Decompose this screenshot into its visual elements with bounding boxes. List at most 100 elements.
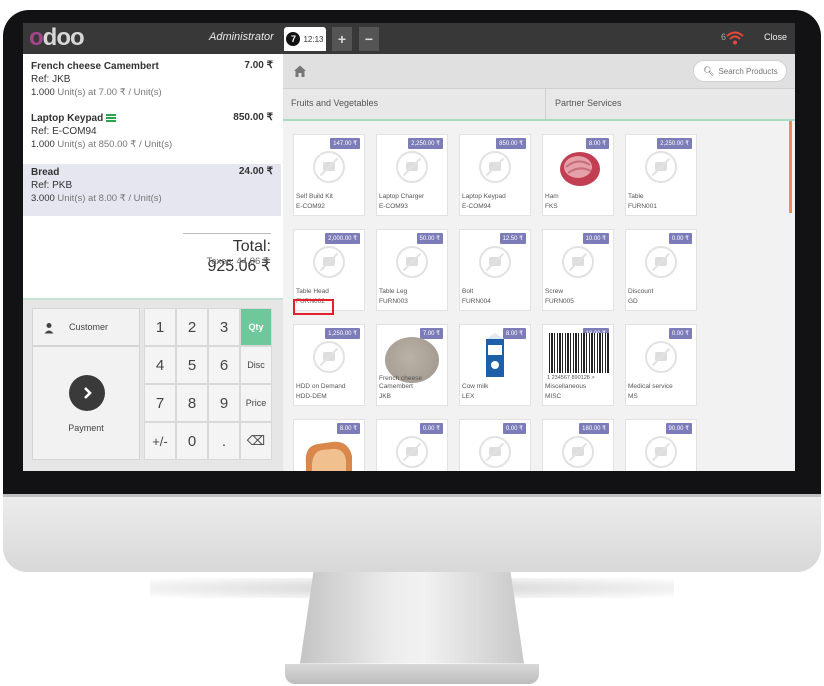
no-image-icon (645, 436, 677, 468)
product-card[interactable]: 0.00 ₹ Medical service MS (625, 324, 697, 406)
order-line-ref: Ref: PKB (31, 180, 73, 191)
home-icon[interactable] (293, 64, 307, 78)
product-card[interactable]: 0.00 ₹ (376, 419, 448, 471)
numpad-key-5[interactable]: 5 (176, 346, 208, 384)
price-mode-button[interactable]: Price (240, 384, 272, 422)
product-grid: 147.00 ₹ Self Build Kit E-COM92 2,250.00… (283, 121, 791, 471)
price-badge: 50.00 ₹ (416, 233, 443, 244)
no-image-icon (645, 151, 677, 183)
numpad-key-1[interactable]: 1 (144, 308, 176, 346)
product-card[interactable]: 2,250.00 ₹ Laptop Charger E-COM93 (376, 134, 448, 216)
wifi-icon (726, 31, 744, 45)
no-image-icon (396, 436, 428, 468)
numpad-key-9[interactable]: 9 (208, 384, 240, 422)
qty-mode-button[interactable]: Qty (240, 308, 272, 346)
price-badge: 850.00 ₹ (496, 138, 526, 149)
product-name: Laptop Charger (379, 193, 425, 200)
product-card[interactable]: 12.50 ₹ Bolt FURN004 (459, 229, 531, 311)
product-ref: LEX (462, 393, 475, 400)
products-pane: 🔍︎ Fruits and Vegetables Partner Service… (283, 54, 795, 471)
product-card[interactable]: 18.00 ₹ 1 234567 890128 > Miscellaneous … (542, 324, 614, 406)
numpad-key-8[interactable]: 8 (176, 384, 208, 422)
product-card[interactable]: 10.00 ₹ Screw FURN005 (542, 229, 614, 311)
product-name: Screw (545, 288, 564, 295)
product-card[interactable]: 1,250.00 ₹ HDD on Demand HDD-DEM (293, 324, 365, 406)
product-name: Table Head (296, 288, 329, 295)
search-icon: 🔍︎ (703, 65, 715, 76)
numpad-key-0[interactable]: 0 (176, 422, 208, 460)
product-ref: FURN004 (462, 298, 491, 305)
barcode-text: 1 234567 890128 > (547, 375, 595, 381)
no-image-icon (313, 151, 345, 183)
product-card[interactable]: 7.00 ₹ French cheese Camembert JKB (376, 324, 448, 406)
product-name: Medical service (628, 383, 673, 390)
price-badge: 147.00 ₹ (330, 138, 360, 149)
disc-mode-button[interactable]: Disc (240, 346, 272, 384)
list-icon (106, 114, 117, 123)
product-card[interactable]: 0.00 ₹ Discount GD (625, 229, 697, 311)
numpad-key-3[interactable]: 3 (208, 308, 240, 346)
product-card[interactable]: 2,250.00 ₹ Table FURN001 (625, 134, 697, 216)
product-card[interactable]: 180.00 ₹ (542, 419, 614, 471)
search-box[interactable]: 🔍︎ (693, 60, 787, 82)
product-ref: GD (628, 298, 638, 305)
product-ref: FURN005 (545, 298, 574, 305)
remove-order-button[interactable]: − (359, 27, 379, 51)
pos-screen: o doo Administrator 7 12:13 + − 6 Close F… (23, 23, 795, 471)
order-line-qty: 1.000 Unit(s) at 7.00 ₹ / Unit(s) (31, 87, 162, 98)
price-badge: 0.00 ₹ (502, 423, 526, 434)
numpad-key-4[interactable]: 4 (144, 346, 176, 384)
price-badge: 2,000.00 ₹ (325, 233, 360, 244)
product-ref: MISC (545, 393, 562, 400)
category-partner-services[interactable]: Partner Services (555, 98, 622, 108)
numpad-key-2[interactable]: 2 (176, 308, 208, 346)
no-image-icon (479, 246, 511, 278)
product-toolbar: 🔍︎ (283, 54, 795, 89)
scrollbar[interactable] (789, 121, 792, 213)
add-order-button[interactable]: + (332, 27, 352, 51)
order-line-qty: 3.000 Unit(s) at 8.00 ₹ / Unit(s) (31, 193, 162, 204)
order-line-price: 850.00 ₹ (233, 112, 273, 123)
numpad-key-dot[interactable]: . (208, 422, 240, 460)
user-name: Administrator (209, 31, 274, 43)
product-name: HDD on Demand (296, 383, 346, 390)
product-name: Cow milk (462, 383, 489, 390)
order-line-qty: 1.000 Unit(s) at 850.00 ₹ / Unit(s) (31, 139, 173, 150)
order-tab[interactable]: 7 12:13 (284, 27, 326, 51)
product-card[interactable]: 850.00 ₹ Laptop Keypad E-COM94 (459, 134, 531, 216)
order-line[interactable]: Laptop Keypad Ref: E-COM94 1.000 Unit(s)… (23, 112, 281, 152)
price-badge: 12.50 ₹ (499, 233, 526, 244)
payment-label: Payment (68, 423, 104, 433)
highlight-box (293, 299, 334, 315)
numpad-key-sign[interactable]: +/- (144, 422, 176, 460)
product-name: Table Leg (379, 288, 408, 295)
customer-button[interactable]: Customer (32, 308, 140, 346)
order-line-selected[interactable]: Bread Ref: PKB 3.000 Unit(s) at 8.00 ₹ /… (23, 164, 281, 216)
order-line[interactable]: French cheese Camembert Ref: JKB 1.000 U… (23, 60, 281, 100)
price-badge: 0.00 ₹ (668, 328, 692, 339)
product-card[interactable]: 147.00 ₹ Self Build Kit E-COM92 (293, 134, 365, 216)
price-badge: 10.00 ₹ (582, 233, 609, 244)
order-line-ref: Ref: JKB (31, 74, 71, 85)
product-ref: HDD-DEM (296, 393, 327, 400)
payment-button[interactable]: Payment (32, 346, 140, 460)
price-badge: 1,250.00 ₹ (325, 328, 360, 339)
close-button[interactable]: Close (764, 32, 787, 42)
chevron-right-icon (69, 375, 105, 411)
product-card[interactable]: 90.00 ₹ (625, 419, 697, 471)
numpad-key-6[interactable]: 6 (208, 346, 240, 384)
backspace-icon[interactable]: ⌫ (240, 422, 272, 460)
product-card[interactable]: 8.00 ₹ Ham FKS (542, 134, 614, 216)
numpad-key-7[interactable]: 7 (144, 384, 176, 422)
product-ref: MS (628, 393, 638, 400)
product-card[interactable]: 50.00 ₹ Table Leg FURN003 (376, 229, 448, 311)
product-card[interactable]: 8.00 ₹ (293, 419, 365, 471)
product-card[interactable]: 8.00 ₹ Cow milk LEX (459, 324, 531, 406)
no-image-icon (562, 436, 594, 468)
category-fruits-vegetables[interactable]: Fruits and Vegetables (291, 98, 378, 108)
product-card[interactable]: 0.00 ₹ (459, 419, 531, 471)
monitor-foot (285, 664, 539, 684)
price-badge: 90.00 ₹ (665, 423, 692, 434)
search-input[interactable] (718, 66, 785, 76)
no-image-icon (313, 246, 345, 278)
